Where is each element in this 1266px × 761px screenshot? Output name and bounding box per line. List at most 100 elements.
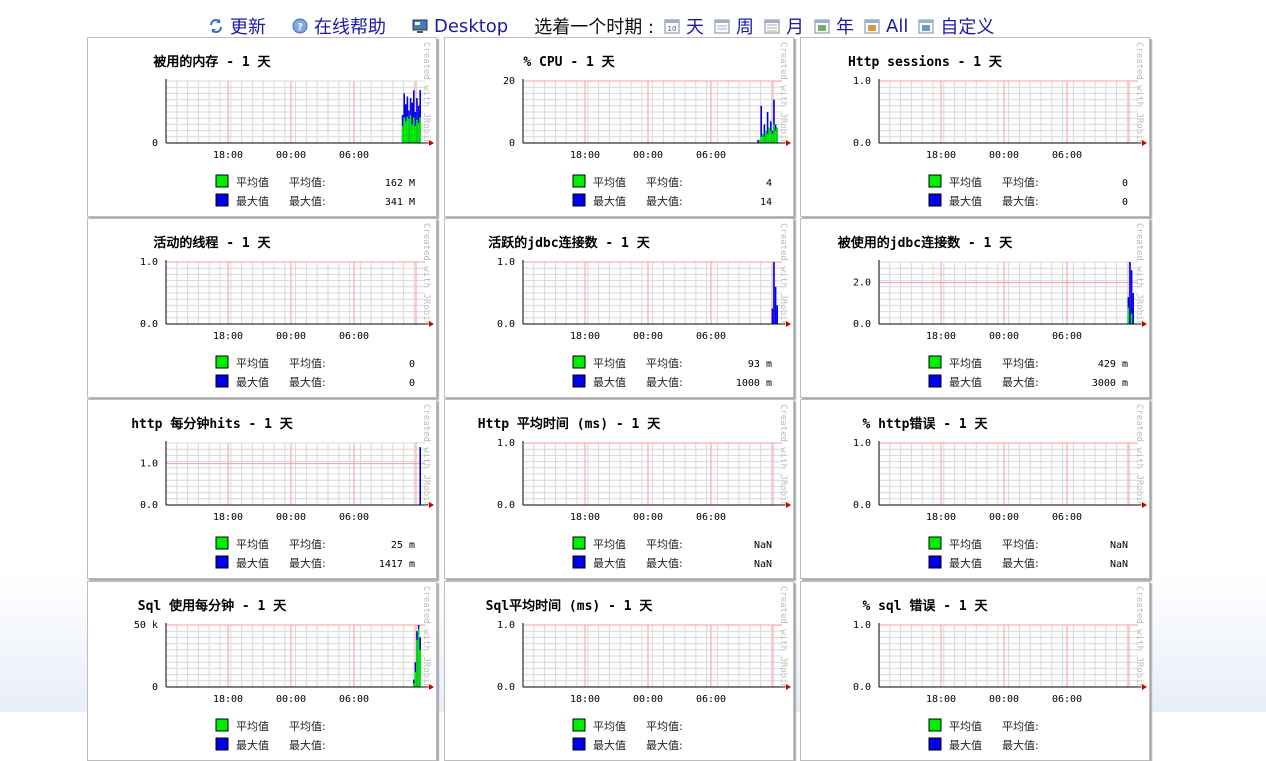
avg-bar <box>1127 307 1130 324</box>
svg-text:10: 10 <box>668 25 677 33</box>
chart-panel[interactable]: Sql 使用每分钟 - 1 天 0 50 k 18:00 00:00 06:00 平均值 平均… <box>87 581 437 761</box>
legend-max-label: 最大值: <box>646 375 683 389</box>
chart-svg: Http 平均时间 (ms) - 1 天 0.0 1.0 18:00 00:00 06:0… <box>478 404 791 570</box>
chart-svg: % CPU - 1 天 0 20 18:00 00:00 06:00 平均值 平均值: 4 最大值… <box>503 42 791 208</box>
chart-panel[interactable]: http 每分钟hits - 1 天 0.0 1.0 18:00 00:00 06:00 平… <box>87 399 437 579</box>
avg-bar <box>411 124 413 143</box>
legend-avg-value: NaN <box>1110 540 1128 551</box>
legend-max-value: 1000 m <box>736 378 772 389</box>
x-tick-label: 06:00 <box>1052 150 1082 161</box>
chart-title: % http错误 - 1 天 <box>862 416 988 432</box>
x-tick-label: 18:00 <box>213 150 243 161</box>
legend-max-value: NaN <box>1110 559 1128 570</box>
legend-swatch-avg <box>215 174 229 188</box>
help-label: 在线帮助 <box>314 17 386 38</box>
x-tick-label: 18:00 <box>570 331 600 342</box>
chart-panel[interactable]: 活跃的jdbc连接数 - 1 天 0.0 1.0 18:00 00:00 06:00 平均值… <box>444 218 794 398</box>
chart-panel[interactable]: % sql 错误 - 1 天 0.0 1.0 18:00 00:00 06:00 平均值 平均… <box>800 581 1150 761</box>
legend-max-label: 最大值: <box>1002 375 1039 389</box>
x-tick-label: 00:00 <box>276 694 306 705</box>
y-tick-label: 1.0 <box>853 620 871 631</box>
legend-avg-name: 平均值 <box>593 720 626 733</box>
legend-swatch-avg <box>928 355 942 369</box>
refresh-link[interactable]: 更新 <box>208 13 266 39</box>
legend-avg-label: 平均值: <box>646 357 683 370</box>
y-tick-label: 0.0 <box>853 682 871 693</box>
avg-bar <box>409 115 412 143</box>
plot-grid <box>165 80 425 143</box>
legend-avg-label: 平均值: <box>289 538 326 551</box>
chart-svg: Http sessions - 1 天 0.0 1.0 18:00 00:00 06:00… <box>848 42 1147 208</box>
watermark: Created with JRobin <box>778 586 788 689</box>
legend-avg-label: 平均值: <box>646 538 683 551</box>
legend-swatch-avg <box>928 718 942 732</box>
watermark: Created with JRobin <box>1134 42 1144 145</box>
legend-avg-name: 平均值 <box>593 357 626 370</box>
avg-bar <box>770 130 772 143</box>
legend-max-name: 最大值 <box>236 738 269 752</box>
help-link[interactable]: ? 在线帮助 <box>292 13 386 39</box>
x-tick-label: 18:00 <box>926 512 956 523</box>
watermark: Created with JRobin <box>778 42 788 145</box>
y-tick-label: 0.0 <box>497 500 515 511</box>
period-year[interactable]: 年 <box>814 13 854 39</box>
chart-panel[interactable]: Sql平均时间 (ms) - 1 天 0.0 1.0 18:00 00:00 06:00 平… <box>444 581 794 761</box>
avg-bar <box>760 136 762 143</box>
legend-max-name: 最大值 <box>593 375 626 389</box>
plot-grid <box>165 624 425 687</box>
legend-swatch-max <box>572 555 586 569</box>
y-tick-label: 0.0 <box>140 500 158 511</box>
avg-bar <box>405 121 407 143</box>
watermark: Created with JRobin <box>1134 223 1144 326</box>
chart-title: Http sessions - 1 天 <box>848 55 1003 70</box>
chart-panel[interactable]: 被用的内存 - 1 天 0 18:00 00:00 06:00 平均值 平均值: 162 M 最… <box>87 37 437 217</box>
period-custom-label: 自定义 <box>940 17 995 38</box>
legend-avg-name: 平均值 <box>949 176 982 189</box>
max-bar <box>776 305 778 324</box>
chart-svg: Sql 使用每分钟 - 1 天 0 50 k 18:00 00:00 06:00 平均值 平均… <box>134 586 434 752</box>
x-tick-label: 00:00 <box>989 694 1019 705</box>
period-day[interactable]: 10 天 <box>664 13 704 39</box>
avg-bar <box>413 683 415 687</box>
x-tick-label: 18:00 <box>213 331 243 342</box>
plot-grid <box>522 80 782 143</box>
chart-panel[interactable]: Http 平均时间 (ms) - 1 天 0.0 1.0 18:00 00:00 06:0… <box>444 399 794 579</box>
chart-panel[interactable]: 活动的线程 - 1 天 0.0 1.0 18:00 00:00 06:00 平均值 平均值: 0… <box>87 218 437 398</box>
y-tick-label: 0 <box>152 682 158 693</box>
legend-avg-value: 93 m <box>748 359 772 370</box>
legend-swatch-max <box>572 374 586 388</box>
legend-avg-name: 平均值 <box>236 538 269 551</box>
legend-max-value: 341 M <box>385 197 415 208</box>
chart-panel[interactable]: % http错误 - 1 天 0.0 1.0 18:00 00:00 06:00 平均值 平均… <box>800 399 1150 579</box>
chart-panel[interactable]: % CPU - 1 天 0 20 18:00 00:00 06:00 平均值 平均值: 4 最大值… <box>444 37 794 217</box>
x-tick-label: 18:00 <box>213 512 243 523</box>
help-icon: ? <box>292 18 308 34</box>
legend-swatch-max <box>215 555 229 569</box>
y-tick-label: 0.0 <box>853 500 871 511</box>
desktop-link[interactable]: Desktop <box>412 16 508 37</box>
y-tick-label: 1.0 <box>497 257 515 268</box>
avg-bar <box>763 136 766 143</box>
period-custom[interactable]: 自定义 <box>918 13 994 39</box>
chart-panel[interactable]: Http sessions - 1 天 0.0 1.0 18:00 00:00 06:00… <box>800 37 1150 217</box>
watermark: Created with JRobin <box>1134 586 1144 689</box>
x-tick-label: 00:00 <box>276 512 306 523</box>
y-tick-label: 1.0 <box>497 438 515 449</box>
legend-swatch-max <box>928 555 942 569</box>
y-tick-label: 50 k <box>134 620 158 631</box>
legend-swatch-max <box>928 737 942 751</box>
watermark: Created with JRobin <box>421 42 431 145</box>
chart-grid: 被用的内存 - 1 天 0 18:00 00:00 06:00 平均值 平均值: 162 M最… <box>87 37 1151 761</box>
period-month[interactable]: 月 <box>764 13 804 39</box>
x-tick-label: 06:00 <box>696 331 726 342</box>
x-tick-label: 06:00 <box>339 331 369 342</box>
desktop-icon <box>412 18 428 34</box>
plot-grid <box>165 261 425 324</box>
legend-avg-label: 平均值: <box>289 176 326 189</box>
y-tick-label: 0.0 <box>853 138 871 149</box>
legend-max-value: 0 <box>1122 197 1128 208</box>
x-tick-label: 06:00 <box>1052 512 1082 523</box>
period-week[interactable]: 周 <box>714 13 754 39</box>
chart-panel[interactable]: 被使用的jdbc连接数 - 1 天 0.0 2.0 18:00 00:00 06:00 平均… <box>800 218 1150 398</box>
period-all[interactable]: All <box>864 16 908 37</box>
